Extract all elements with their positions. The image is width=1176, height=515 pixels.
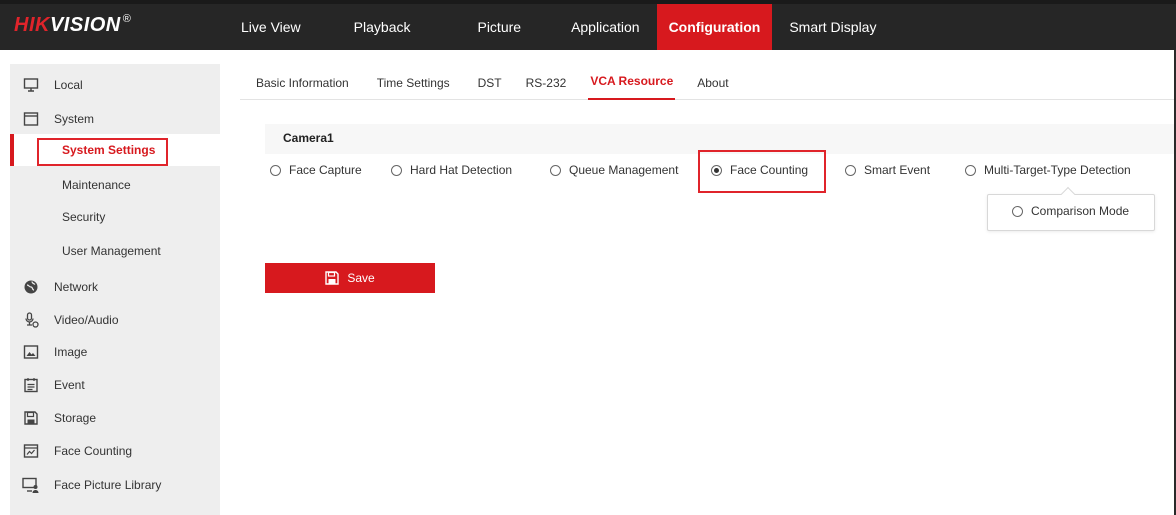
system-icon xyxy=(22,110,40,128)
monitor-icon xyxy=(22,76,40,94)
nav-smart-display[interactable]: Smart Display xyxy=(777,4,888,50)
sidebar-item-face-counting[interactable]: Face Counting xyxy=(10,435,220,467)
resource-option-face-counting[interactable]: Face Counting xyxy=(711,160,808,180)
sidebar-item-label: Local xyxy=(54,78,83,92)
nav-application[interactable]: Application xyxy=(559,4,652,50)
nav-playback[interactable]: Playback xyxy=(342,4,423,50)
tab-time-settings[interactable]: Time Settings xyxy=(375,64,452,100)
calendar-icon xyxy=(22,376,40,394)
sidebar-item-label: System xyxy=(54,112,95,126)
sidebar-item-label: Event xyxy=(54,378,85,392)
sidebar-item-maintenance[interactable]: Maintenance xyxy=(10,169,220,201)
sidebar-item-face-picture-library[interactable]: Face Picture Library xyxy=(10,469,220,501)
camera-panel xyxy=(265,124,1176,154)
sidebar-item-local[interactable]: Local xyxy=(10,69,220,101)
globe-icon xyxy=(22,278,40,296)
sidebar: Local System System Settings Maintenance… xyxy=(10,64,220,515)
sidebar-item-label: Video/Audio xyxy=(54,313,119,327)
sub-option-comparison-mode[interactable]: Comparison Mode xyxy=(1012,204,1129,218)
top-bar: HIK VISION ® Live View Playback Picture Ap… xyxy=(0,0,1176,50)
nav-configuration[interactable]: Configuration xyxy=(656,4,773,50)
nav-live-view[interactable]: Live View xyxy=(229,4,313,50)
sidebar-item-label: User Management xyxy=(62,244,161,258)
radio-button[interactable] xyxy=(550,164,561,176)
mic-icon xyxy=(22,311,40,329)
image-icon xyxy=(22,343,40,361)
nav-picture[interactable]: Picture xyxy=(465,4,533,50)
sidebar-item-system[interactable]: System xyxy=(10,105,220,133)
brand-logo: HIK VISION ® xyxy=(14,13,132,36)
resource-option-hard-hat-detection[interactable]: Hard Hat Detection xyxy=(391,160,512,180)
tab-basic-information[interactable]: Basic Information xyxy=(254,64,351,100)
save-button[interactable]: Save xyxy=(265,263,435,293)
sidebar-item-label: System Settings xyxy=(62,143,156,157)
sidebar-item-label: Face Counting xyxy=(54,444,133,458)
sidebar-item-image[interactable]: Image xyxy=(10,336,220,368)
resource-option-face-capture[interactable]: Face Capture xyxy=(270,160,362,180)
tab-bar: Basic Information Time Settings DST RS-2… xyxy=(240,64,1176,100)
face-library-icon xyxy=(22,476,40,494)
sidebar-item-security[interactable]: Security xyxy=(10,201,220,233)
tab-about[interactable]: About xyxy=(695,64,730,100)
radio-button[interactable] xyxy=(965,164,976,176)
radio-button[interactable] xyxy=(845,164,856,176)
resource-option-multi-target-type-detection[interactable]: Multi-Target-Type Detection xyxy=(965,160,1131,180)
sidebar-item-user-management[interactable]: User Management xyxy=(10,235,220,267)
resource-option-queue-management[interactable]: Queue Management xyxy=(550,160,678,180)
radio-button-checked[interactable] xyxy=(711,164,722,176)
sidebar-item-storage[interactable]: Storage xyxy=(10,402,220,434)
sidebar-item-label: Storage xyxy=(54,411,97,425)
radio-button[interactable] xyxy=(391,164,402,176)
save-button-label: Save xyxy=(347,271,375,285)
sidebar-item-label: Network xyxy=(54,280,99,294)
tab-dst[interactable]: DST xyxy=(476,64,504,100)
sidebar-item-system-settings[interactable]: System Settings xyxy=(10,134,220,166)
radio-button[interactable] xyxy=(270,164,281,176)
sidebar-item-label: Face Picture Library xyxy=(54,478,162,492)
radio-button[interactable] xyxy=(1012,205,1023,217)
storage-icon xyxy=(22,409,40,427)
sidebar-item-network[interactable]: Network xyxy=(10,271,220,303)
save-icon xyxy=(325,271,340,285)
tab-vca-resource[interactable]: VCA Resource xyxy=(588,64,676,100)
resource-option-smart-event[interactable]: Smart Event xyxy=(845,160,930,180)
sidebar-item-label: Security xyxy=(62,210,106,224)
main-nav: Live View Playback Picture Application C… xyxy=(229,4,888,50)
camera-label: Camera1 xyxy=(283,131,334,145)
sidebar-item-video-audio[interactable]: Video/Audio xyxy=(10,304,220,336)
tab-rs-232[interactable]: RS-232 xyxy=(524,64,569,100)
sidebar-item-label: Image xyxy=(54,345,88,359)
face-counting-icon xyxy=(22,442,40,460)
sidebar-item-event[interactable]: Event xyxy=(10,369,220,401)
sidebar-item-label: Maintenance xyxy=(62,178,131,192)
